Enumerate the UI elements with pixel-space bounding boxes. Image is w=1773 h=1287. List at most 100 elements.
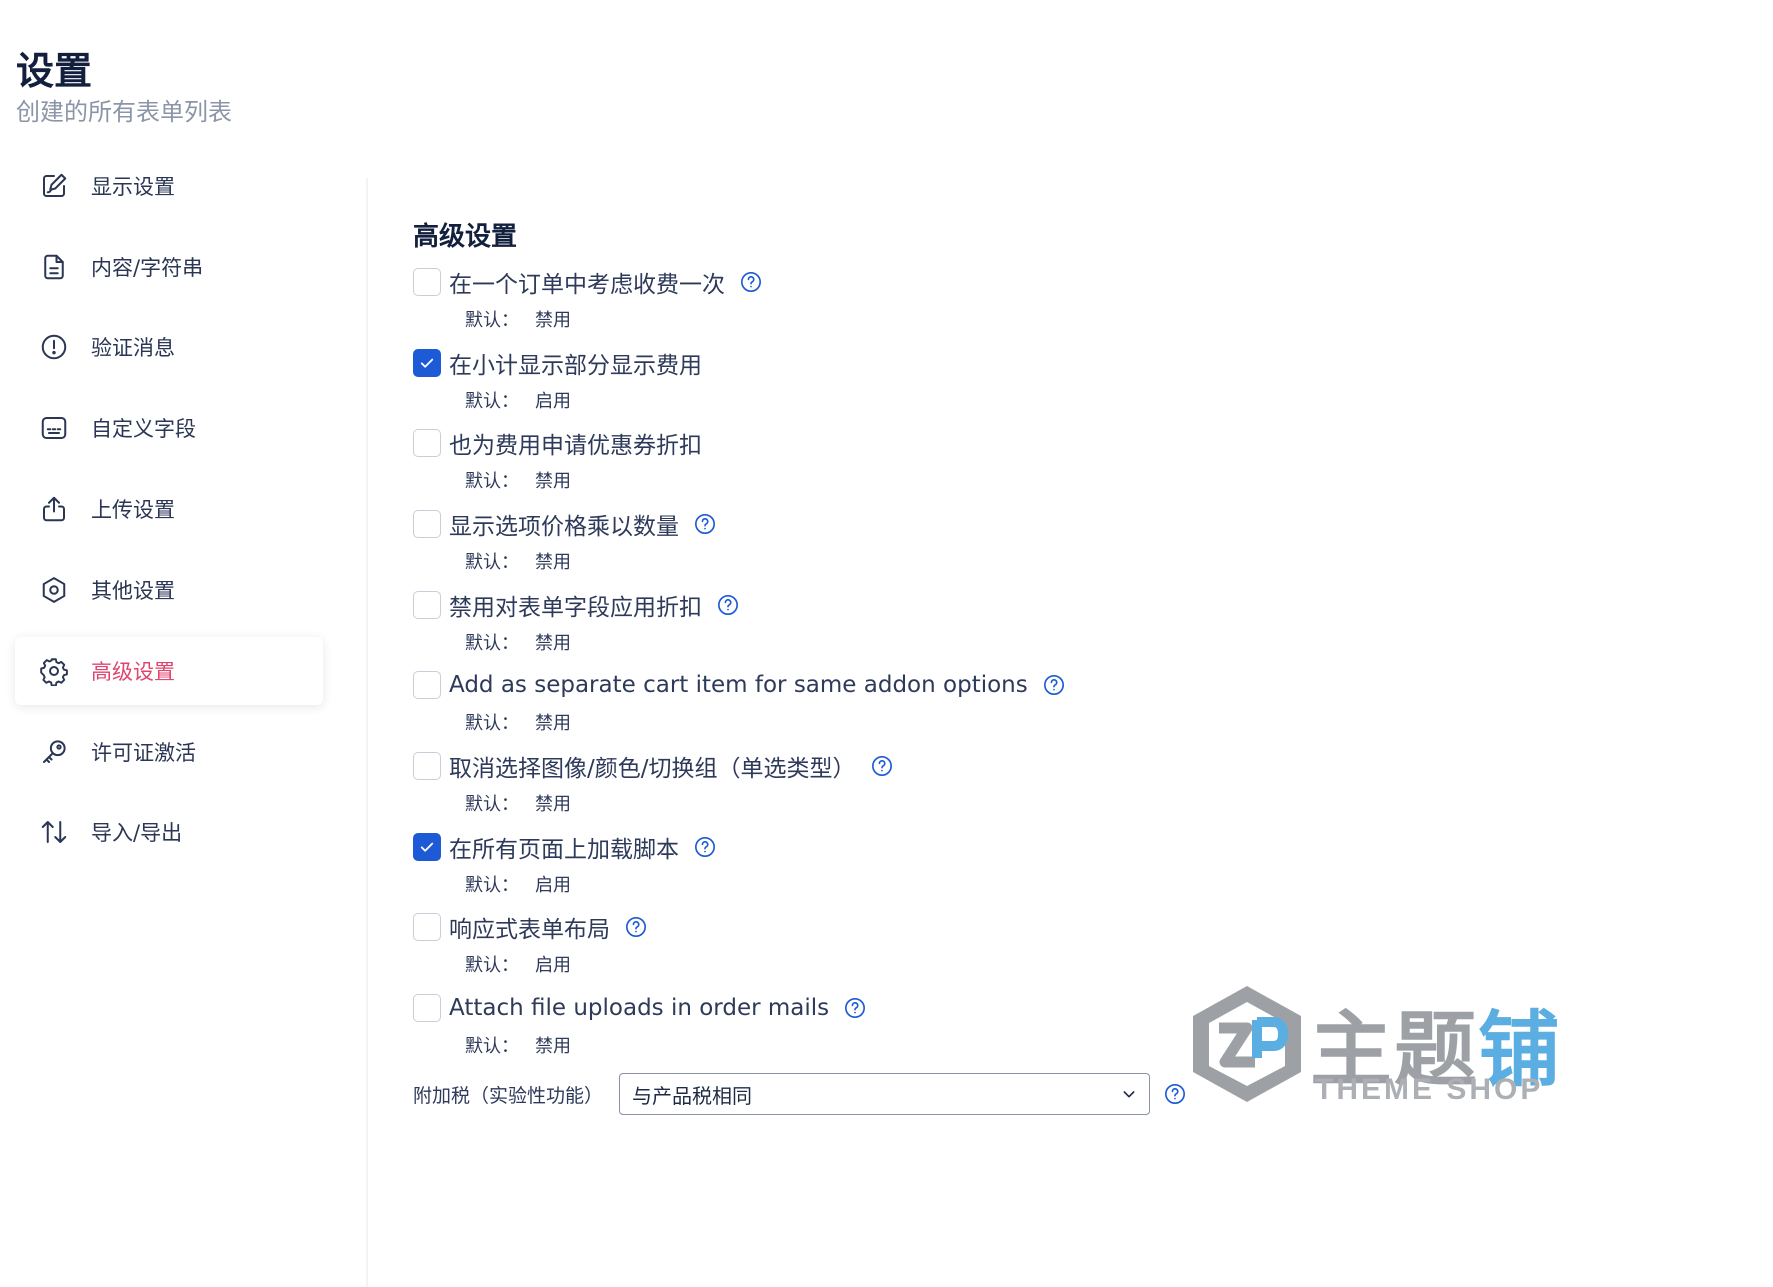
option-label: 也为费用申请优惠券折扣 (449, 433, 702, 459)
help-icon[interactable] (1164, 1083, 1186, 1105)
watermark: 主题铺 THEME SHOP (1185, 975, 1565, 1115)
option-label: 在小计显示部分显示费用 (449, 353, 702, 379)
chevron-down-icon (1123, 1091, 1135, 1098)
option-default: 默认： 禁用 (465, 790, 1613, 816)
sidebar-item-advanced-settings[interactable]: 高级设置 (15, 637, 323, 705)
option-deselect-radio-groups: 取消选择图像/颜色/切换组（单选类型） 默认： 禁用 (413, 746, 1613, 828)
sidebar-item-import-export[interactable]: 导入/导出 (15, 798, 323, 866)
default-value: 禁用 (535, 471, 571, 492)
option-charge-once-per-order: 在一个订单中考虑收费一次 默认： 禁用 (413, 262, 1613, 344)
default-prefix: 默认： (465, 391, 519, 412)
gear-icon (39, 656, 69, 686)
default-prefix: 默认： (465, 955, 519, 976)
settings-sidebar: 显示设置 内容/字符串 验证消息 自定义字段 上传设置 其他设置 高级设置 许可… (0, 160, 367, 1287)
option-load-scripts-all-pages: 在所有页面上加载脚本 默认： 启用 (413, 827, 1613, 909)
option-disable-discount-on-fields: 禁用对表单字段应用折扣 默认： 禁用 (413, 585, 1613, 667)
checkbox[interactable] (413, 833, 441, 861)
checkbox[interactable] (413, 349, 441, 377)
tax-select-value: 与产品税相同 (632, 1083, 753, 1108)
import-export-icon (39, 817, 69, 847)
sidebar-item-other-settings[interactable]: 其他设置 (15, 556, 323, 624)
checkbox[interactable] (413, 510, 441, 538)
checkbox[interactable] (413, 429, 441, 457)
sidebar-item-label: 内容/字符串 (91, 256, 204, 280)
sidebar-item-label: 显示设置 (91, 175, 175, 199)
option-label: Attach file uploads in order mails (449, 995, 830, 1021)
default-prefix: 默认： (465, 552, 519, 573)
sidebar-item-label: 许可证激活 (91, 741, 196, 765)
sidebar-item-label: 上传设置 (91, 498, 175, 522)
option-label: 取消选择图像/颜色/切换组（单选类型） (449, 756, 856, 782)
option-default: 默认： 启用 (465, 387, 1613, 413)
default-prefix: 默认： (465, 310, 519, 331)
option-show-fee-in-subtotal: 在小计显示部分显示费用 默认： 启用 (413, 343, 1613, 425)
default-value: 禁用 (535, 552, 571, 573)
default-prefix: 默认： (465, 713, 519, 734)
brush-edit-icon (39, 171, 69, 201)
option-label: Add as separate cart item for same addon… (449, 672, 1028, 698)
sidebar-item-label: 导入/导出 (91, 821, 183, 845)
watermark-subtext: THEME SHOP (1315, 1073, 1544, 1106)
sidebar-item-label: 其他设置 (91, 579, 175, 603)
help-icon[interactable] (740, 271, 762, 293)
default-value: 启用 (535, 875, 571, 896)
help-icon[interactable] (717, 594, 739, 616)
page-title: 设置 (16, 49, 93, 93)
watermark-logo-icon (1193, 986, 1301, 1102)
upload-icon (39, 494, 69, 524)
default-value: 禁用 (535, 713, 571, 734)
section-title: 高级设置 (413, 222, 518, 252)
checkbox[interactable] (413, 671, 441, 699)
option-separate-cart-item: Add as separate cart item for same addon… (413, 665, 1613, 747)
option-label: 禁用对表单字段应用折扣 (449, 595, 702, 621)
settings-panel: 高级设置 在一个订单中考虑收费一次 默认： 禁用 在小计显示部分显示费用 默认： 启… (368, 160, 1773, 1287)
document-icon (39, 252, 69, 282)
help-icon[interactable] (1043, 674, 1065, 696)
checkmark-icon (420, 842, 434, 852)
option-default: 默认： 启用 (465, 871, 1613, 897)
default-prefix: 默认： (465, 471, 519, 492)
option-default: 默认： 禁用 (465, 629, 1613, 655)
default-prefix: 默认： (465, 794, 519, 815)
sidebar-item-label: 验证消息 (91, 336, 175, 360)
sidebar-item-license-activation[interactable]: 许可证激活 (15, 718, 323, 786)
tax-select[interactable]: 与产品税相同 (619, 1073, 1151, 1115)
sidebar-item-custom-fields[interactable]: 自定义字段 (15, 394, 323, 462)
checkbox[interactable] (413, 994, 441, 1022)
option-label: 显示选项价格乘以数量 (449, 514, 679, 540)
help-icon[interactable] (871, 755, 893, 777)
default-prefix: 默认： (465, 875, 519, 896)
default-value: 禁用 (535, 633, 571, 654)
option-label: 响应式表单布局 (449, 917, 610, 943)
help-icon[interactable] (625, 916, 647, 938)
sidebar-item-upload-settings[interactable]: 上传设置 (15, 475, 323, 543)
help-icon[interactable] (694, 513, 716, 535)
help-icon[interactable] (694, 836, 716, 858)
additional-tax-row: 附加税（实验性功能） 与产品税相同 (413, 1072, 1186, 1116)
default-prefix: 默认： (465, 633, 519, 654)
option-price-times-quantity: 显示选项价格乘以数量 默认： 禁用 (413, 504, 1613, 586)
keyboard-icon (39, 413, 69, 443)
sidebar-item-validation-messages[interactable]: 验证消息 (15, 313, 323, 381)
sidebar-item-content-strings[interactable]: 内容/字符串 (15, 233, 323, 301)
default-value: 启用 (535, 391, 571, 412)
checkbox[interactable] (413, 752, 441, 780)
sidebar-item-display-settings[interactable]: 显示设置 (15, 152, 323, 220)
key-icon (39, 737, 69, 767)
default-value: 禁用 (535, 1036, 571, 1057)
tax-label: 附加税（实验性功能） (413, 1084, 604, 1107)
hexagon-gear-icon (39, 575, 69, 605)
default-value: 禁用 (535, 310, 571, 331)
option-default: 默认： 禁用 (465, 709, 1613, 735)
help-icon[interactable] (844, 997, 866, 1019)
default-value: 禁用 (535, 794, 571, 815)
sidebar-item-label: 自定义字段 (91, 417, 196, 441)
sidebar-item-label: 高级设置 (91, 660, 175, 684)
option-label: 在所有页面上加载脚本 (449, 837, 679, 863)
default-value: 启用 (535, 955, 571, 976)
checkbox[interactable] (413, 591, 441, 619)
checkbox[interactable] (413, 268, 441, 296)
checkbox[interactable] (413, 913, 441, 941)
option-default: 默认： 禁用 (465, 306, 1613, 332)
option-default: 默认： 禁用 (465, 467, 1613, 493)
